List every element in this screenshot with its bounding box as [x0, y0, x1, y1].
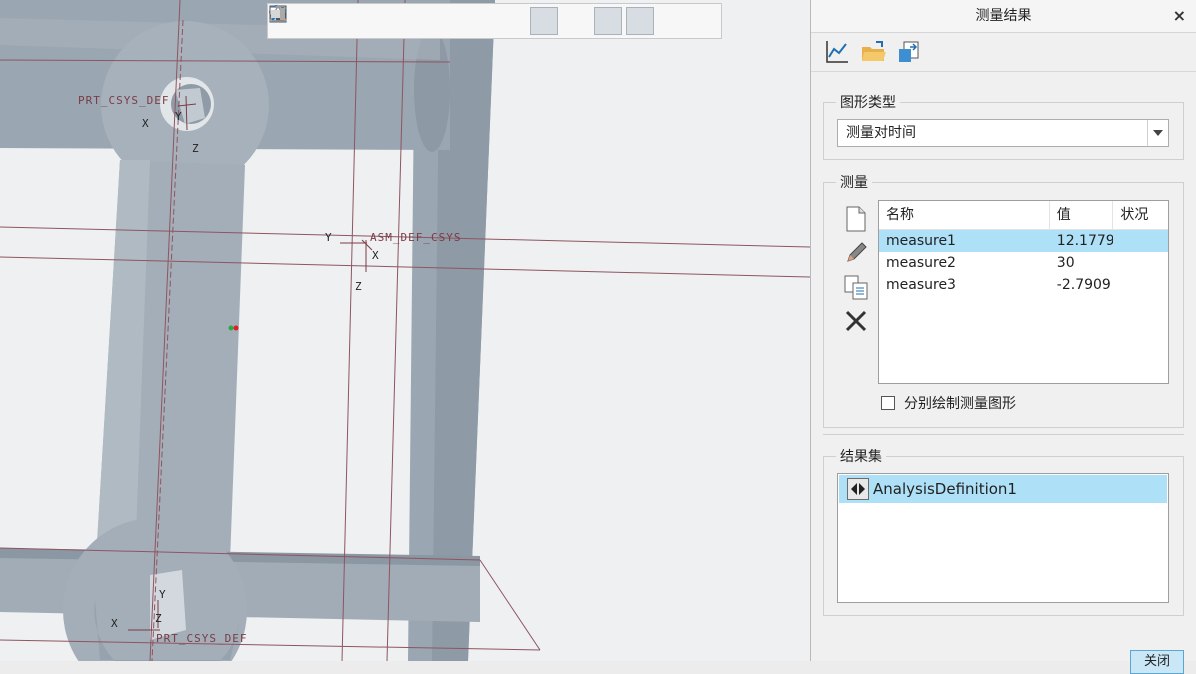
separate-graph-label: 分别绘制测量图形	[904, 396, 1016, 412]
panel-title: 测量结果 ×	[811, 0, 1196, 33]
column-header-value[interactable]: 值	[1050, 201, 1114, 229]
close-icon[interactable]: ×	[1173, 0, 1186, 32]
export-icon[interactable]	[895, 38, 923, 66]
measure-name: measure3	[886, 277, 956, 293]
chevron-down-icon[interactable]	[1147, 120, 1168, 146]
list-item[interactable]: AnalysisDefinition1	[839, 475, 1167, 503]
perspective-icon[interactable]	[270, 6, 558, 35]
hidden-icon[interactable]	[271, 7, 718, 35]
table-row[interactable]: measure1 12.1779	[879, 230, 1168, 252]
measure-value: 30	[1056, 255, 1075, 271]
result-set-name: AnalysisDefinition1	[873, 480, 1017, 498]
annotation-display-icon[interactable]	[269, 6, 622, 35]
datum-display-icon[interactable]	[270, 6, 590, 35]
column-header-status[interactable]: 状况	[1113, 201, 1168, 229]
result-sets-list: AnalysisDefinition1	[837, 473, 1169, 603]
graph-type-legend: 图形类型	[840, 95, 896, 111]
open-folder-icon[interactable]	[859, 38, 887, 66]
measure-results-panel: 测量结果 × 图形类型 测量对时间 测量 名称 值 状况 measure1 12…	[810, 0, 1196, 674]
panel-toolbar	[811, 33, 1196, 72]
zoom-out-icon[interactable]	[269, 5, 366, 35]
appearance-icon[interactable]	[268, 4, 686, 35]
section-icon[interactable]	[270, 7, 494, 35]
axis-y-bottom: Y	[159, 588, 166, 601]
axis-z-top: Z	[192, 142, 199, 155]
new-measure-icon[interactable]	[841, 202, 871, 236]
table-row[interactable]: measure3 -2.7909	[879, 274, 1168, 296]
result-sets-legend: 结果集	[840, 449, 882, 465]
model-viewport[interactable]: PRT_CSYS_DEF ASM_DEF_CSYS PRT_CSYS_DEF X…	[0, 0, 810, 661]
copy-measure-icon[interactable]	[841, 270, 871, 304]
measure-value: -2.7909	[1056, 277, 1111, 293]
csys-label-bottom: PRT_CSYS_DEF	[156, 632, 247, 645]
measures-table: 名称 值 状况 measure1 12.1779 measure2 30 mea…	[878, 200, 1169, 384]
axis-x-center: X	[372, 249, 379, 262]
axis-z-center: Z	[355, 280, 362, 293]
graph-type-value: 测量对时间	[846, 125, 916, 141]
analysis-definition-icon	[847, 478, 869, 500]
measure-actions	[841, 202, 871, 338]
measure-name: measure1	[886, 233, 956, 249]
column-header-name[interactable]: 名称	[879, 201, 1050, 229]
axis-x-top: X	[142, 117, 149, 130]
csys-label-top: PRT_CSYS_DEF	[78, 94, 169, 107]
measure-status	[1113, 230, 1168, 252]
reorient-icon[interactable]	[270, 6, 398, 35]
view-toolbar	[267, 3, 722, 39]
measure-status	[1113, 252, 1168, 274]
measure-name: measure2	[886, 255, 956, 271]
display-style-icon[interactable]	[271, 6, 462, 35]
csys-label-center: ASM_DEF_CSYS	[370, 231, 461, 244]
separate-graph-option[interactable]: 分别绘制测量图形	[881, 393, 1016, 413]
delete-measure-icon[interactable]	[841, 304, 871, 338]
measures-legend: 测量	[840, 175, 868, 191]
panel-title-text: 测量结果	[975, 8, 1032, 24]
axis-x-bottom: X	[111, 617, 118, 630]
table-header: 名称 值 状况	[879, 201, 1168, 230]
graph-type-select[interactable]: 测量对时间	[837, 119, 1169, 147]
edit-measure-icon[interactable]	[841, 236, 871, 270]
measure-value: 12.1779	[1056, 233, 1114, 249]
separate-graph-checkbox[interactable]	[881, 396, 895, 410]
graph-icon[interactable]	[823, 38, 851, 66]
zoom-in-icon[interactable]	[269, 5, 334, 35]
axis-z-bottom: Z	[155, 612, 162, 625]
spin-center-icon[interactable]	[271, 7, 654, 35]
axis-y-center: Y	[325, 231, 332, 244]
table-row[interactable]: measure2 30	[879, 252, 1168, 274]
close-button[interactable]: 关闭	[1130, 650, 1184, 674]
axis-y-top: Y	[175, 110, 182, 123]
saved-views-icon[interactable]	[271, 7, 430, 35]
measure-status	[1113, 274, 1168, 296]
divider	[823, 434, 1184, 435]
model-graphics: PRT_CSYS_DEF ASM_DEF_CSYS PRT_CSYS_DEF X…	[0, 0, 810, 661]
snapshot-icon[interactable]	[269, 6, 526, 35]
